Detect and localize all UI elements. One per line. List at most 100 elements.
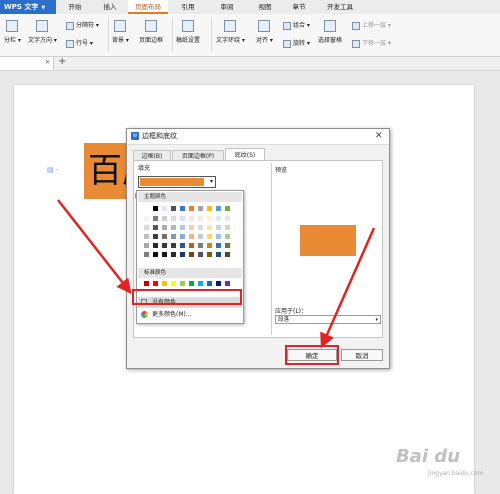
color-swatch[interactable]	[143, 242, 150, 249]
close-icon[interactable]: ✕	[45, 59, 50, 66]
color-swatch[interactable]	[206, 205, 213, 212]
color-swatch[interactable]	[152, 242, 159, 249]
color-swatch[interactable]	[224, 280, 231, 287]
page-border-button[interactable]: 页面边框	[139, 20, 163, 44]
color-swatch[interactable]	[224, 251, 231, 258]
color-swatch[interactable]	[179, 215, 186, 222]
color-swatch[interactable]	[143, 251, 150, 258]
color-swatch[interactable]	[188, 224, 195, 231]
color-swatch[interactable]	[197, 280, 204, 287]
app-menu-button[interactable]: WPS 文字 ▼	[0, 0, 56, 14]
tab-insert[interactable]: 插入	[95, 0, 125, 14]
color-swatch[interactable]	[224, 215, 231, 222]
bring-forward-button[interactable]: 上移一层 ▾	[352, 20, 391, 30]
color-swatch[interactable]	[206, 251, 213, 258]
apply-to-select[interactable]: 段落 ▾	[275, 315, 381, 324]
send-backward-button[interactable]: 下移一层 ▾	[352, 38, 391, 48]
color-swatch[interactable]	[170, 224, 177, 231]
color-swatch[interactable]	[215, 251, 222, 258]
new-tab-icon[interactable]: +	[58, 56, 66, 67]
background-button[interactable]: 背景 ▾	[112, 20, 129, 44]
color-swatch[interactable]	[143, 215, 150, 222]
line-number-button[interactable]: 行号 ▾	[66, 38, 93, 48]
color-swatch[interactable]	[197, 215, 204, 222]
color-swatch[interactable]	[206, 224, 213, 231]
more-colors-option[interactable]: 更多颜色(M)...	[138, 309, 242, 320]
color-swatch[interactable]	[224, 242, 231, 249]
rotate-button[interactable]: 旋转 ▾	[283, 38, 310, 48]
separator-button[interactable]: 分隔符 ▾	[66, 20, 99, 30]
text-wrap-button[interactable]: 文字环绕 ▾	[216, 20, 245, 44]
color-swatch[interactable]	[152, 224, 159, 231]
columns-button[interactable]: 分栏 ▾	[4, 20, 21, 44]
color-swatch[interactable]	[215, 233, 222, 240]
color-swatch[interactable]	[215, 215, 222, 222]
color-swatch[interactable]	[215, 242, 222, 249]
text-direction-button[interactable]: 文字方向 ▾	[28, 20, 57, 44]
color-swatch[interactable]	[224, 205, 231, 212]
tab-view[interactable]: 视图	[250, 0, 280, 14]
color-swatch[interactable]	[152, 205, 159, 212]
color-swatch[interactable]	[188, 215, 195, 222]
color-swatch[interactable]	[206, 233, 213, 240]
color-swatch[interactable]	[197, 224, 204, 231]
tab-review[interactable]: 审阅	[212, 0, 242, 14]
color-swatch[interactable]	[197, 242, 204, 249]
color-swatch[interactable]	[206, 242, 213, 249]
color-swatch[interactable]	[170, 280, 177, 287]
color-swatch[interactable]	[161, 224, 168, 231]
color-swatch[interactable]	[215, 224, 222, 231]
color-swatch[interactable]	[170, 205, 177, 212]
color-swatch[interactable]	[161, 280, 168, 287]
color-swatch[interactable]	[179, 205, 186, 212]
color-swatch[interactable]	[152, 251, 159, 258]
color-swatch[interactable]	[188, 205, 195, 212]
color-swatch[interactable]	[188, 251, 195, 258]
color-swatch[interactable]	[170, 233, 177, 240]
color-swatch[interactable]	[224, 224, 231, 231]
document-tab[interactable]: ✕	[0, 57, 54, 70]
color-swatch[interactable]	[161, 215, 168, 222]
color-swatch[interactable]	[215, 205, 222, 212]
tab-developer[interactable]: 开发工具	[320, 0, 360, 14]
color-swatch[interactable]	[179, 251, 186, 258]
color-swatch[interactable]	[188, 242, 195, 249]
color-swatch[interactable]	[143, 224, 150, 231]
cancel-button[interactable]: 取消	[341, 349, 383, 361]
color-swatch[interactable]	[161, 251, 168, 258]
color-swatch[interactable]	[179, 280, 186, 287]
color-swatch[interactable]	[170, 215, 177, 222]
color-swatch[interactable]	[143, 280, 150, 287]
color-swatch[interactable]	[206, 280, 213, 287]
close-icon[interactable]: ✕	[375, 129, 383, 144]
tab-home[interactable]: 开始	[60, 0, 90, 14]
color-swatch[interactable]	[179, 233, 186, 240]
chevron-down-icon[interactable]: ▾	[207, 176, 216, 188]
color-swatch[interactable]	[161, 242, 168, 249]
color-swatch[interactable]	[161, 233, 168, 240]
tab-page-layout[interactable]: 页面布局	[128, 0, 168, 14]
align-button[interactable]: 对齐 ▾	[256, 20, 273, 44]
paper-setting-button[interactable]: 稿纸设置	[176, 20, 200, 44]
color-swatch[interactable]	[179, 224, 186, 231]
color-swatch[interactable]	[161, 205, 168, 212]
color-swatch[interactable]	[170, 242, 177, 249]
color-swatch[interactable]	[206, 215, 213, 222]
color-swatch[interactable]	[188, 233, 195, 240]
color-swatch[interactable]	[188, 280, 195, 287]
group-button[interactable]: 组合 ▾	[283, 20, 310, 30]
tab-references[interactable]: 引用	[173, 0, 203, 14]
color-swatch[interactable]	[152, 280, 159, 287]
color-swatch[interactable]	[215, 280, 222, 287]
tab-chapter[interactable]: 章节	[284, 0, 314, 14]
color-swatch[interactable]	[179, 242, 186, 249]
color-swatch[interactable]	[197, 233, 204, 240]
color-swatch[interactable]	[143, 233, 150, 240]
color-swatch[interactable]	[152, 233, 159, 240]
color-swatch[interactable]	[152, 215, 159, 222]
color-swatch[interactable]	[170, 251, 177, 258]
color-swatch[interactable]	[224, 233, 231, 240]
selection-pane-button[interactable]: 选择窗格	[318, 20, 342, 44]
color-swatch[interactable]	[197, 251, 204, 258]
color-swatch[interactable]	[197, 205, 204, 212]
